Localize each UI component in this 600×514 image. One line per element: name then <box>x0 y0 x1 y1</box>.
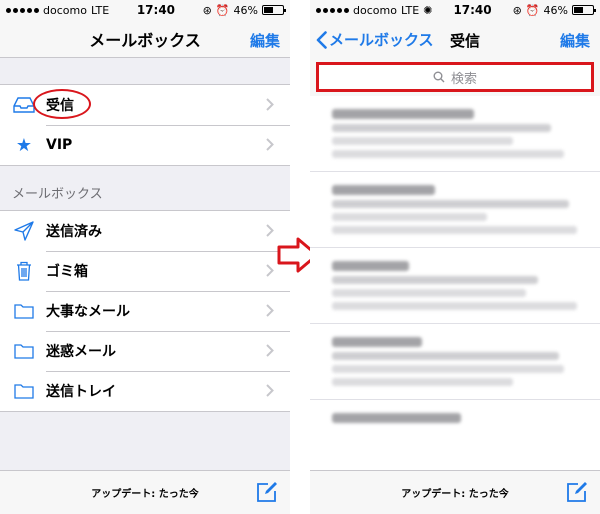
mailbox-item-label: ゴミ箱 <box>46 264 88 280</box>
message-row[interactable] <box>310 96 600 172</box>
mailbox-item-label: 送信済み <box>46 224 102 240</box>
navigation-bar: メールボックス 受信 編集 <box>310 20 600 58</box>
chevron-right-icon <box>266 98 274 111</box>
clock: 17:40 <box>453 3 492 17</box>
chevron-right-icon <box>266 264 274 277</box>
chevron-right-icon <box>266 138 274 151</box>
status-bar: docomo LTE 17:40 ⊛ ⏰ 46% <box>0 0 290 20</box>
edit-button[interactable]: 編集 <box>250 30 280 51</box>
mailbox-item-sent[interactable]: 送信済み <box>0 211 290 251</box>
signal-strength-icon <box>6 7 39 13</box>
lock-rotation-icon: ⊛ <box>512 3 522 17</box>
alarm-icon: ⏰ <box>525 3 540 17</box>
mailbox-item-label: 大事なメール <box>46 304 130 320</box>
mailbox-item-label: 送信トレイ <box>46 384 116 400</box>
folder-icon <box>12 339 36 363</box>
chevron-right-icon <box>266 344 274 357</box>
page-title: メールボックス <box>89 30 201 50</box>
alarm-icon: ⏰ <box>215 3 230 17</box>
folder-icon <box>12 379 36 403</box>
battery-icon <box>572 5 596 15</box>
battery-percent: 46% <box>543 3 568 17</box>
mailbox-item-inbox[interactable]: 受信 <box>0 85 290 125</box>
message-row[interactable] <box>310 248 600 324</box>
network-label: LTE <box>90 3 110 17</box>
favorites-list: 受信 ★ VIP <box>0 84 290 166</box>
battery-percent: 46% <box>233 3 258 17</box>
folder-icon <box>12 299 36 323</box>
edit-button[interactable]: 編集 <box>560 30 590 51</box>
chevron-right-icon <box>266 304 274 317</box>
carrier-label: docomo <box>353 3 397 17</box>
back-button-label: メールボックス <box>329 31 434 49</box>
lock-rotation-icon: ⊛ <box>202 3 212 17</box>
activity-spinner-icon: ✺ <box>423 3 433 17</box>
bottom-toolbar: アップデート: たった今 <box>310 470 600 514</box>
mailbox-item-junk[interactable]: 迷惑メール <box>0 331 290 371</box>
back-button[interactable]: メールボックス <box>316 29 434 50</box>
signal-strength-icon <box>316 7 349 13</box>
mailbox-item-label: 迷惑メール <box>46 344 116 360</box>
paper-plane-icon <box>12 219 36 243</box>
search-input[interactable]: 検索 <box>316 62 594 92</box>
clock: 17:40 <box>136 3 176 17</box>
bottom-toolbar: アップデート: たった今 <box>0 470 290 514</box>
update-status: アップデート: たった今 <box>91 489 199 500</box>
chevron-right-icon <box>266 224 274 237</box>
compose-icon[interactable] <box>256 481 278 503</box>
status-bar: docomo LTE ✺ 17:40 ⊛ ⏰ 46% <box>310 0 600 20</box>
chevron-right-icon <box>266 384 274 397</box>
battery-icon <box>262 5 286 15</box>
mailbox-list-screen: docomo LTE 17:40 ⊛ ⏰ 46% メールボックス 編集 受信 ★… <box>0 0 290 514</box>
network-label: LTE <box>400 3 420 17</box>
mailboxes-list: 送信済み ゴミ箱 大事なメール 迷惑メール 送信トレイ <box>0 210 290 412</box>
section-header: メールボックス <box>12 187 103 202</box>
mailbox-item-label: VIP <box>46 137 73 153</box>
update-status: アップデート: たった今 <box>401 489 509 500</box>
search-icon <box>433 71 445 83</box>
mailbox-item-vip[interactable]: ★ VIP <box>0 125 290 165</box>
message-list <box>310 96 600 436</box>
message-row[interactable] <box>310 400 600 436</box>
chevron-left-icon <box>316 30 327 49</box>
message-row[interactable] <box>310 172 600 248</box>
mailbox-item-trash[interactable]: ゴミ箱 <box>0 251 290 291</box>
search-placeholder: 検索 <box>450 71 477 87</box>
search-bar-container: 検索 <box>310 58 600 96</box>
carrier-label: docomo <box>43 3 87 17</box>
mailbox-item-outbox[interactable]: 送信トレイ <box>0 371 290 411</box>
navigation-bar: メールボックス 編集 <box>0 20 290 58</box>
message-row[interactable] <box>310 324 600 400</box>
page-title: 受信 <box>450 32 481 50</box>
highlight-circle <box>33 89 91 119</box>
trash-icon <box>12 259 36 283</box>
star-icon: ★ <box>15 134 33 156</box>
inbox-screen: docomo LTE ✺ 17:40 ⊛ ⏰ 46% メールボックス 受信 編集… <box>310 0 600 514</box>
compose-icon[interactable] <box>566 481 588 503</box>
mailbox-item-important[interactable]: 大事なメール <box>0 291 290 331</box>
